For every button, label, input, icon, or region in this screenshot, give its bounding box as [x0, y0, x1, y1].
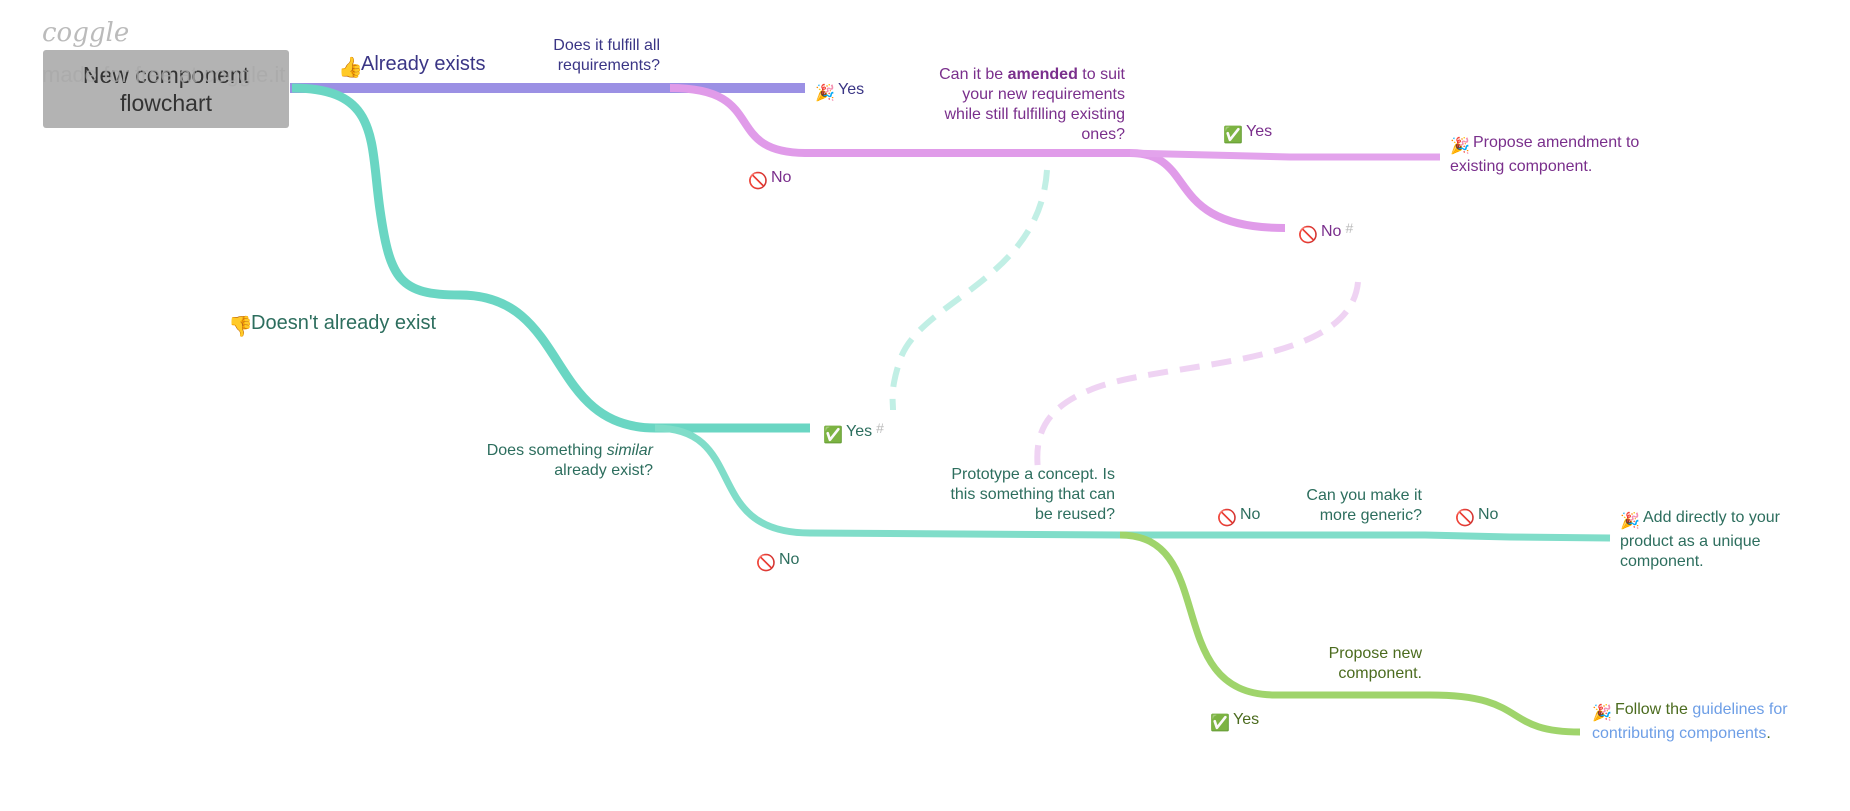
node-yes-exists[interactable]: 🎉 Yes	[815, 80, 864, 104]
link-hash[interactable]: #	[1345, 220, 1353, 236]
node-yes-similar[interactable]: ✅ Yes #	[823, 418, 884, 446]
node-add-directly[interactable]: 🎉 Add directly to your product as a uniqu…	[1620, 508, 1780, 572]
coggle-logo: coggle	[42, 18, 130, 48]
node-follow-guidelines[interactable]: 🎉 Follow the guidelines for contributing …	[1592, 700, 1792, 744]
node-propose-new[interactable]: Propose new component.	[1290, 644, 1422, 684]
party-popper-icon: 🎉	[1592, 705, 1612, 722]
node-no-fulfill[interactable]: 🚫 No	[748, 168, 791, 192]
watermark-text: made for free at coggle.it	[42, 62, 286, 87]
party-popper-icon: 🎉	[815, 85, 835, 102]
branch-amend-yes	[1129, 149, 1440, 161]
branch-doesnt-exist	[291, 83, 810, 433]
check-icon: ✅	[823, 427, 843, 444]
node-already-exists[interactable]: 👍Already exists	[338, 54, 486, 78]
node-no-amend[interactable]: 🚫 No #	[1298, 218, 1353, 246]
dashed-link-pink	[1034, 281, 1361, 471]
branch-prototype-yes	[1119, 531, 1581, 736]
dashed-link-teal	[889, 169, 1050, 411]
no-entry-icon: 🚫	[756, 555, 776, 572]
node-no-prototype[interactable]: 🚫 No	[1217, 505, 1260, 529]
check-icon: ✅	[1210, 715, 1230, 732]
check-icon: ✅	[1223, 127, 1243, 144]
node-yes-prototype[interactable]: ✅ Yes	[1210, 710, 1259, 734]
party-popper-icon: 🎉	[1450, 138, 1470, 155]
node-similar-question[interactable]: Does something similar already exist?	[470, 441, 653, 481]
node-generic-question[interactable]: Can you make it more generic?	[1290, 486, 1422, 526]
node-fulfill-question[interactable]: Does it fulfill all requirements?	[520, 36, 660, 76]
node-no-similar[interactable]: 🚫 No	[756, 550, 799, 574]
node-doesnt-exist[interactable]: 👎Doesn't already exist	[228, 313, 436, 337]
no-entry-icon: 🚫	[1298, 227, 1318, 244]
node-prototype-question[interactable]: Prototype a concept. Is this something t…	[930, 465, 1115, 525]
no-entry-icon: 🚫	[748, 173, 768, 190]
thumbs-down-icon: 👎	[228, 316, 253, 338]
party-popper-icon: 🎉	[1620, 513, 1640, 530]
node-amend-question[interactable]: Can it be amended to suit your new requi…	[930, 65, 1125, 145]
node-propose-amendment[interactable]: 🎉 Propose amendment to existing component…	[1450, 133, 1650, 177]
thumbs-up-icon: 👍	[338, 57, 363, 79]
node-yes-amend[interactable]: ✅ Yes	[1223, 122, 1272, 146]
link-hash[interactable]: #	[876, 420, 884, 436]
no-entry-icon: 🚫	[1217, 510, 1237, 527]
node-no-generic[interactable]: 🚫 No	[1455, 505, 1498, 529]
no-entry-icon: 🚫	[1455, 510, 1475, 527]
